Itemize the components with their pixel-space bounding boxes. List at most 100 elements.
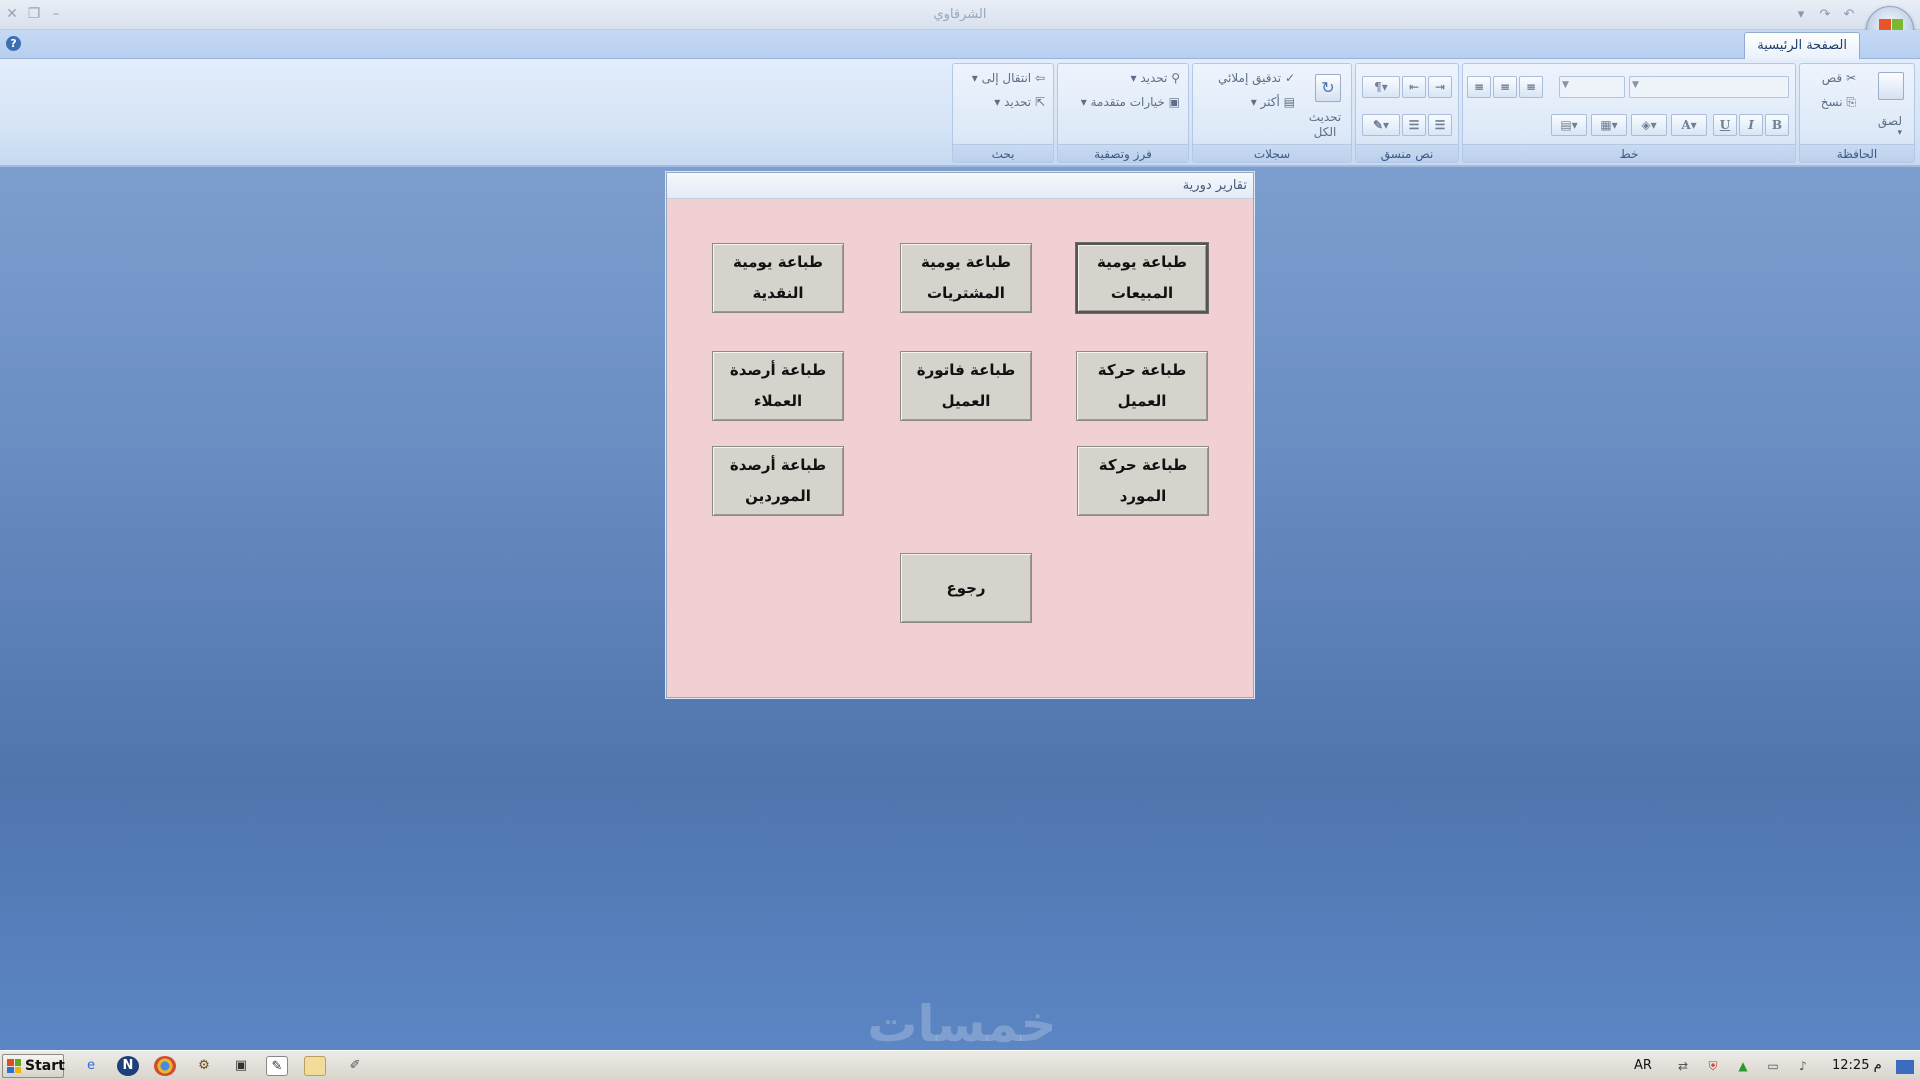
tool-icon[interactable]: ⚙ — [193, 1056, 215, 1076]
security-icon[interactable]: ⛨ — [1704, 1057, 1722, 1075]
network-icon[interactable]: ⇄ — [1674, 1057, 1692, 1075]
spelling-icon: ✓ — [1281, 71, 1295, 85]
print-customer-movement-button[interactable]: طباعة حركة العميل — [1076, 351, 1208, 421]
goto-icon: ⇦ — [1031, 71, 1045, 85]
chevron-down-icon: ▼ — [1632, 80, 1639, 90]
back-button[interactable]: رجوع — [900, 553, 1032, 623]
paste-icon[interactable] — [1878, 72, 1904, 100]
advanced-filter-button[interactable]: ▣ خيارات متقدمة ▾ — [1081, 95, 1180, 109]
cut-icon: ✂ — [1842, 71, 1856, 85]
ribbon-group-clipboard: لصق ▾ ✂ قص ⎘ نسخ الحافظة — [1799, 63, 1915, 163]
n-app-icon[interactable]: N — [117, 1056, 139, 1076]
paste-button[interactable]: لصق — [1878, 114, 1902, 128]
group-label-sort-filter: فرز وتصفية — [1058, 144, 1188, 162]
alt-fill-button[interactable]: ▤▾ — [1551, 114, 1587, 136]
more-icon: ▤ — [1279, 95, 1295, 109]
selection-filter-button[interactable]: ⚲ تحديد ▾ — [1131, 71, 1180, 85]
gridlines-icon: ▦▾ — [1600, 118, 1618, 132]
group-label-font: خط — [1463, 144, 1795, 162]
print-daily-sales-button[interactable]: طباعة يومية المبيعات — [1076, 243, 1208, 313]
group-label-clipboard: الحافظة — [1800, 144, 1914, 162]
paragraph-direction-button[interactable]: ¶▾ — [1362, 76, 1400, 98]
group-label-find: بحث — [953, 144, 1053, 162]
chevron-down-icon: ▾ — [1080, 95, 1091, 109]
start-label: Start — [25, 1058, 65, 1074]
fill-color-button[interactable]: ◈▾ — [1631, 114, 1667, 136]
print-supplier-balances-button[interactable]: طباعة أرصدة الموردين — [712, 446, 844, 516]
taskbar: Start e N ⚙ ▣ ✎ ✐ AR ⇄ ⛨ ▲ ▭ ♪ 12:25 م — [0, 1050, 1920, 1080]
chevron-down-icon: ▾ — [1250, 95, 1261, 109]
select-label: تحديد — [1004, 95, 1032, 109]
ribbon-group-font: ▼ ▼ ≡ ≡ ≡ B I U A▾ ◈▾ ▦▾ ▤▾ خط — [1462, 63, 1796, 163]
advanced-filter-icon: ▣ — [1164, 95, 1180, 109]
ribbon-group-find: ⇦ انتقال إلى ▾ ⇱ تحديد ▾ بحث — [952, 63, 1054, 163]
refresh-all-button[interactable]: تحديث الكل — [1307, 110, 1343, 140]
refresh-icon[interactable]: ↻ — [1315, 74, 1341, 102]
speaker-icon[interactable]: ♪ — [1794, 1057, 1812, 1075]
goto-label: انتقال إلى — [981, 71, 1032, 85]
align-center-button[interactable]: ≡ — [1493, 76, 1517, 98]
chevron-down-icon: ▾ — [994, 95, 1005, 109]
copy-button[interactable]: ⎘ نسخ — [1821, 95, 1856, 110]
select-button[interactable]: ⇱ تحديد ▾ — [994, 95, 1045, 109]
advanced-label: خيارات متقدمة — [1090, 95, 1165, 109]
paragraph-icon: ¶▾ — [1374, 80, 1388, 94]
group-label-rich-text: نص منسق — [1356, 144, 1458, 162]
folder-icon[interactable] — [304, 1056, 326, 1076]
highlight-icon: ✎▾ — [1372, 118, 1390, 132]
undo-icon[interactable]: ↶ — [1838, 4, 1860, 26]
align-right-button[interactable]: ≡ — [1519, 76, 1543, 98]
tab-home[interactable]: الصفحة الرئيسية — [1744, 32, 1860, 60]
font-name-combo[interactable]: ▼ — [1629, 76, 1789, 98]
highlight-button[interactable]: ✎▾ — [1362, 114, 1400, 136]
app-icon[interactable]: ▣ — [230, 1056, 252, 1076]
title-bar: ✕ ❐ – الشرقاوي ▾ ↷ ↶ — [0, 0, 1920, 30]
ribbon: لصق ▾ ✂ قص ⎘ نسخ الحافظة ▼ ▼ ≡ ≡ ≡ B I U… — [0, 59, 1920, 167]
underline-button[interactable]: U — [1713, 114, 1737, 136]
selection-label: تحديد — [1140, 71, 1168, 85]
indent-decrease-button[interactable]: ⇤ — [1402, 76, 1426, 98]
indent-increase-button[interactable]: ⇥ — [1428, 76, 1452, 98]
brush-icon[interactable]: ✐ — [344, 1056, 366, 1076]
bold-button[interactable]: B — [1765, 114, 1789, 136]
gridlines-button[interactable]: ▦▾ — [1591, 114, 1627, 136]
font-size-combo[interactable]: ▼ — [1559, 76, 1625, 98]
copy-icon: ⎘ — [1842, 95, 1856, 109]
green-triangle-icon[interactable]: ▲ — [1734, 1057, 1752, 1075]
computer-icon[interactable]: ▭ — [1764, 1057, 1782, 1075]
qat-dropdown-icon[interactable]: ▾ — [1790, 4, 1812, 26]
dialog-title: تقارير دورية — [667, 173, 1253, 199]
goto-button[interactable]: ⇦ انتقال إلى ▾ — [972, 71, 1045, 85]
print-supplier-movement-button[interactable]: طباعة حركة المورد — [1077, 446, 1209, 516]
chrome-icon[interactable] — [154, 1056, 176, 1076]
bullet-list-button[interactable]: ☰ — [1402, 114, 1426, 136]
print-customer-balances-button[interactable]: طباعة أرصدة العملاء — [712, 351, 844, 421]
print-customer-invoice-button[interactable]: طباعة فاتورة العميل — [900, 351, 1032, 421]
more-label: أكثر — [1260, 95, 1280, 109]
chevron-down-icon: ▾ — [971, 71, 982, 85]
window-title: الشرقاوي — [933, 7, 987, 22]
windows-flag-icon — [7, 1059, 21, 1073]
start-button[interactable]: Start — [2, 1054, 65, 1078]
font-color-button[interactable]: A▾ — [1671, 114, 1707, 136]
help-icon[interactable]: ? — [6, 36, 21, 51]
cut-button[interactable]: ✂ قص — [1822, 71, 1856, 85]
italic-button[interactable]: I — [1739, 114, 1763, 136]
print-daily-purchases-button[interactable]: طباعة يومية المشتريات — [900, 243, 1032, 313]
paint-icon[interactable]: ✎ — [266, 1056, 288, 1076]
redo-icon[interactable]: ↷ — [1814, 4, 1836, 26]
more-button[interactable]: ▤ أكثر ▾ — [1251, 95, 1295, 109]
group-label-records: سجلات — [1193, 144, 1351, 162]
alt-fill-icon: ▤▾ — [1560, 118, 1578, 132]
periodic-reports-dialog: تقارير دورية طباعة يومية المبيعات طباعة … — [666, 172, 1254, 698]
language-indicator[interactable]: AR — [1634, 1058, 1652, 1073]
numbered-list-button[interactable]: ☰ — [1428, 114, 1452, 136]
spelling-button[interactable]: ✓ تدقيق إملائي — [1218, 71, 1295, 85]
paste-dropdown-icon[interactable]: ▾ — [1897, 128, 1902, 138]
cut-label: قص — [1821, 71, 1843, 85]
select-icon: ⇱ — [1031, 95, 1045, 109]
show-desktop-icon[interactable] — [1896, 1060, 1914, 1074]
print-daily-cash-button[interactable]: طباعة يومية النقدية — [712, 243, 844, 313]
ie-icon[interactable]: e — [80, 1056, 102, 1076]
align-left-button[interactable]: ≡ — [1467, 76, 1491, 98]
